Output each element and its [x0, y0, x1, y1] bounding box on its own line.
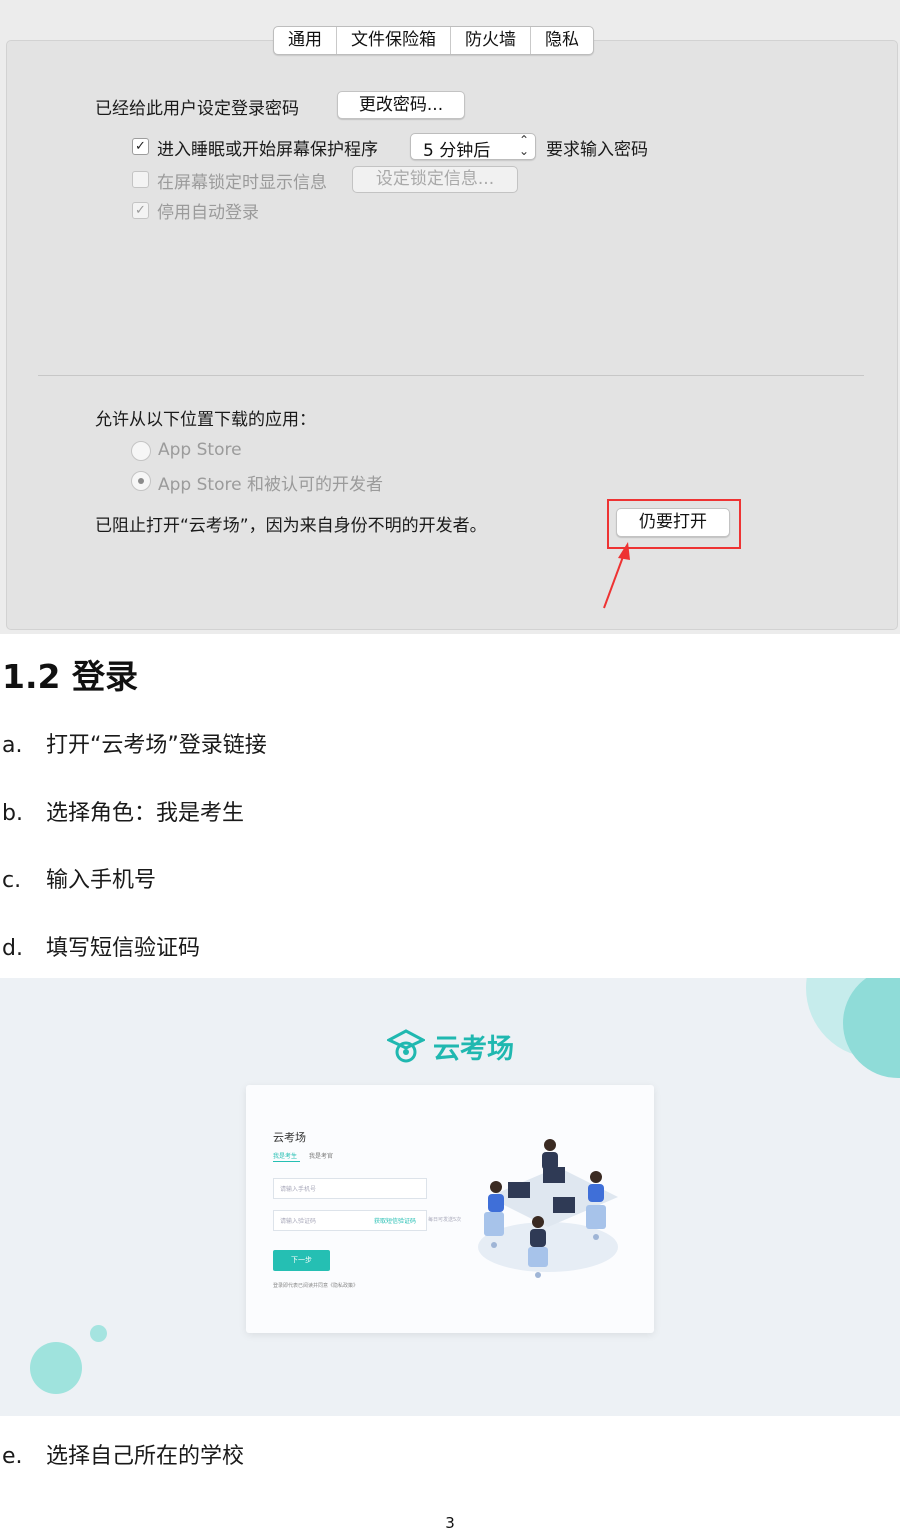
show-message-checkbox[interactable]	[132, 171, 149, 188]
decor-circle	[30, 1342, 82, 1394]
code-placeholder: 请输入验证码	[280, 1218, 317, 1225]
tab-general[interactable]: 通用	[274, 27, 337, 54]
step-item: a. 打开“云考场”登录链接	[2, 727, 267, 759]
graduation-cap-icon	[387, 1029, 425, 1063]
preferences-panel	[6, 40, 898, 630]
step-text: 输入手机号	[46, 868, 157, 893]
login-page-screenshot: 云考场 云考场 我是考生 我是考官 请输入手机号 请输入验证码 获取短信验证码 …	[0, 978, 900, 1416]
disable-autologin-label: 停用自动登录	[157, 203, 259, 223]
tab-student[interactable]: 我是考生	[273, 1151, 297, 1160]
password-set-label: 已经给此用户设定登录密码	[95, 99, 299, 119]
set-lock-message-button[interactable]: 设定锁定信息...	[352, 166, 518, 193]
blocked-app-message: 已阻止打开“云考场”，因为来自身份不明的开发者。	[95, 516, 487, 536]
step-text: 选择自己所在的学校	[46, 1444, 245, 1469]
login-card: 云考场 我是考生 我是考官 请输入手机号 请输入验证码 获取短信验证码 每日可发…	[246, 1085, 654, 1333]
step-text: 填写短信验证码	[46, 936, 201, 961]
section-heading: 1.2 登录	[2, 657, 138, 696]
code-hint: 每日可发送5次	[428, 1217, 462, 1223]
security-preferences-screenshot: 通用 文件保险箱 防火墙 隐私 已经给此用户设定登录密码 更改密码... ✓ 进…	[0, 0, 900, 634]
tab-filevault[interactable]: 文件保险箱	[337, 27, 451, 54]
step-label: d.	[2, 936, 23, 961]
step-item: d. 填写短信验证码	[2, 930, 200, 962]
require-password-label: 要求输入密码	[546, 140, 648, 160]
get-code-link[interactable]: 获取短信验证码	[374, 1216, 416, 1225]
chevron-updown-icon: ⌃ ⌄	[518, 133, 529, 158]
code-input[interactable]: 请输入验证码 获取短信验证码	[273, 1210, 427, 1231]
step-text: 打开“云考场”登录链接	[46, 733, 267, 758]
office-illustration	[478, 1139, 618, 1278]
page-number: 3	[445, 1514, 455, 1532]
change-password-button[interactable]: 更改密码...	[337, 91, 465, 119]
radio-app-store-developers[interactable]	[131, 471, 151, 491]
tab-underline	[273, 1161, 300, 1162]
step-label: a.	[2, 733, 23, 758]
logo-text: 云考场	[433, 1033, 514, 1065]
radio-app-store-developers-label: App Store 和被认可的开发者	[158, 475, 383, 495]
tab-teacher[interactable]: 我是考官	[309, 1151, 333, 1160]
tab-bar: 通用 文件保险箱 防火墙 隐私	[273, 26, 594, 55]
red-arrow-icon	[603, 542, 630, 609]
step-item: c. 输入手机号	[2, 862, 156, 894]
tab-privacy[interactable]: 隐私	[531, 27, 593, 54]
allow-apps-label: 允许从以下位置下载的应用：	[95, 410, 316, 430]
card-title: 云考场	[273, 1131, 306, 1144]
step-label: e.	[2, 1444, 23, 1469]
next-button[interactable]: 下一步	[273, 1250, 330, 1271]
sleep-delay-value: 5 分钟后	[423, 141, 491, 161]
show-message-label: 在屏幕锁定时显示信息	[157, 173, 327, 193]
yunkaochang-logo: 云考场	[387, 1026, 514, 1066]
step-item: e. 选择自己所在的学校	[2, 1438, 244, 1470]
section-divider	[38, 375, 864, 376]
step-label: b.	[2, 801, 23, 826]
radio-app-store[interactable]	[131, 441, 151, 461]
step-label: c.	[2, 868, 22, 893]
tab-firewall[interactable]: 防火墙	[451, 27, 531, 54]
decor-circle	[843, 978, 900, 1078]
sleep-checkbox-label: 进入睡眠或开始屏幕保护程序	[157, 140, 378, 160]
sleep-delay-select[interactable]: 5 分钟后 ⌃ ⌄	[410, 133, 536, 161]
step-item: b. 选择角色：我是考生	[2, 795, 244, 827]
phone-placeholder: 请输入手机号	[280, 1186, 317, 1193]
sleep-password-checkbox[interactable]: ✓	[132, 138, 149, 155]
radio-app-store-label: App Store	[158, 440, 242, 460]
disable-autologin-checkbox[interactable]: ✓	[132, 202, 149, 219]
phone-input[interactable]: 请输入手机号	[273, 1178, 427, 1199]
agreement-text: 登录即代表已阅读并同意《隐私政策》	[273, 1283, 359, 1289]
step-text: 选择角色：我是考生	[46, 801, 245, 826]
decor-circle	[90, 1325, 107, 1342]
